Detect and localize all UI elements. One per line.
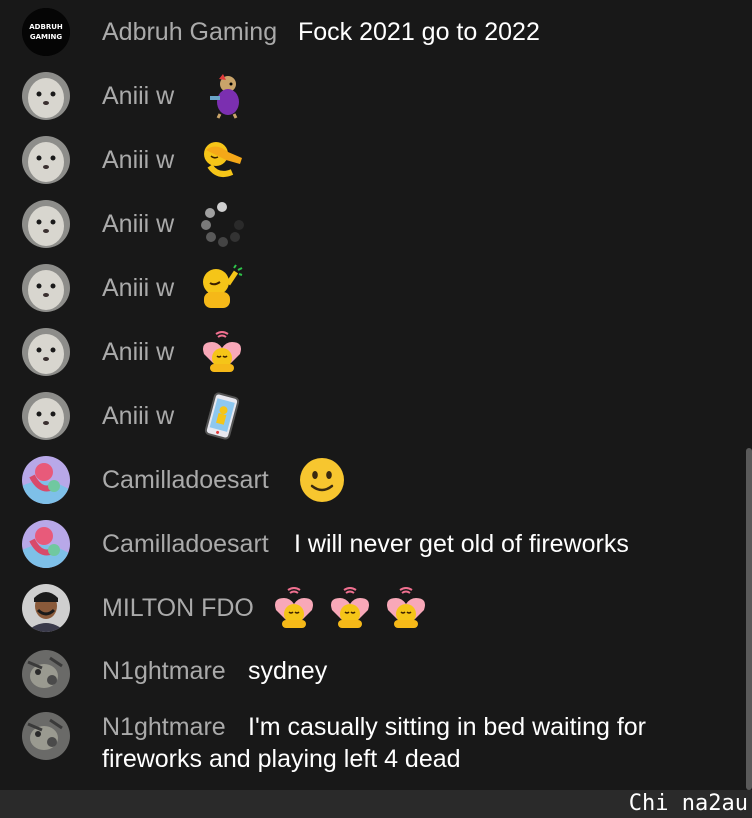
chat-message: Aniii w — [0, 392, 740, 440]
author-name[interactable]: Camilladoesart — [102, 529, 269, 559]
avatar[interactable] — [22, 200, 70, 248]
message-text: I'm casually sitting in bed waiting for … — [102, 713, 647, 773]
message-text: sydney — [248, 657, 328, 685]
author-name[interactable]: Aniii w — [102, 145, 174, 175]
chat-message: ADBRUH GAMING Adbruh Gaming Fock 2021 go… — [0, 8, 740, 56]
author-name[interactable]: Aniii w — [102, 273, 174, 303]
heart-hug-icon — [331, 587, 369, 628]
smile-point-icon — [203, 264, 243, 308]
dab-icon — [204, 142, 242, 177]
avatar[interactable] — [22, 712, 70, 760]
heart-hug-icon — [275, 587, 313, 628]
author-name[interactable]: Aniii w — [102, 209, 174, 239]
slightly-smiling-face-icon — [300, 458, 344, 502]
chat-message: Aniii w — [0, 136, 740, 184]
phone-icon — [204, 392, 240, 440]
heart-hug-icon — [387, 587, 425, 628]
author-name[interactable]: Aniii w — [102, 337, 174, 367]
svg-text:ADBRUH: ADBRUH — [29, 23, 63, 31]
author-name[interactable]: MILTON FDO — [102, 593, 254, 623]
loading-icon — [201, 202, 244, 247]
author-name[interactable]: Camilladoesart — [102, 465, 269, 495]
heart-hug-icon — [203, 331, 241, 372]
chat-message: Aniii w — [0, 264, 740, 312]
chat-message: Camilladoesart I will never get old of f… — [0, 520, 740, 568]
avatar[interactable] — [22, 72, 70, 120]
message-text: I will never get old of fireworks — [294, 530, 629, 558]
message-text: Fock 2021 go to 2022 — [298, 18, 540, 46]
author-name[interactable]: Adbruh Gaming — [102, 17, 277, 47]
chat-message: Camilladoesart — [0, 456, 740, 504]
chat-message: N1ghtmare I'm casually sitting in bed wa… — [0, 712, 740, 776]
svg-text:GAMING: GAMING — [30, 33, 63, 41]
avatar[interactable] — [22, 650, 70, 698]
avatar[interactable] — [22, 456, 70, 504]
chat-message: N1ghtmare sydney — [0, 650, 740, 698]
chat-message: Aniii w — [0, 328, 740, 376]
monkey-icon — [210, 74, 239, 119]
chat-message: Aniii w — [0, 72, 740, 120]
avatar[interactable] — [22, 328, 70, 376]
author-name[interactable]: N1ghtmare — [102, 656, 226, 686]
avatar[interactable] — [22, 584, 70, 632]
author-name[interactable]: Aniii w — [102, 81, 174, 111]
avatar[interactable] — [22, 520, 70, 568]
avatar[interactable] — [22, 136, 70, 184]
avatar[interactable] — [22, 264, 70, 312]
avatar[interactable] — [22, 392, 70, 440]
scrollbar[interactable] — [746, 448, 752, 790]
live-chat: ADBRUH GAMING Adbruh Gaming Fock 2021 go… — [0, 0, 752, 790]
chat-message: MILTON FDO — [0, 584, 740, 632]
avatar[interactable]: ADBRUH GAMING — [22, 8, 70, 56]
chat-message: Aniii w — [0, 200, 740, 248]
watermark: Chi na2au — [628, 791, 748, 816]
author-name[interactable]: Aniii w — [102, 401, 174, 431]
